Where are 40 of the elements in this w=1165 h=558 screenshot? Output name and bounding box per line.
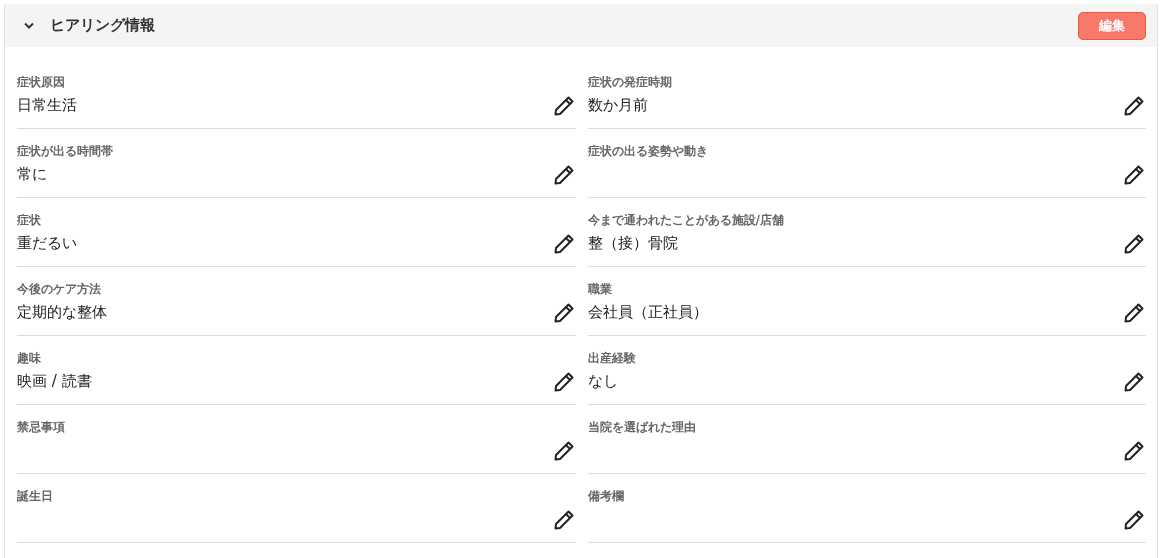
pencil-icon[interactable] [1123,440,1145,462]
pencil-icon[interactable] [1123,233,1145,255]
field-label: 備考欄 [587,488,624,505]
pencil-icon[interactable] [552,95,575,117]
field-value: なし [587,372,619,391]
pencil-icon[interactable] [1123,509,1145,531]
field-label: 趣味 [17,350,42,367]
field-label: 症状の出る姿勢や動き [587,143,708,160]
chevron-icon[interactable] [23,21,35,30]
field-value: 定期的な整体 [17,303,107,322]
field-label: 症状が出る時間帯 [17,143,113,160]
field-label: 出産経験 [587,350,636,367]
field-value: 会社員（正社員） [587,303,708,322]
pencil-icon[interactable] [1123,95,1145,117]
field-label: 職業 [587,281,613,298]
field-value: 重だるい [17,234,77,253]
pencil-icon[interactable] [1123,371,1145,393]
field-label: 禁忌事項 [17,419,65,436]
pencil-icon[interactable] [1123,164,1145,186]
section-title: ヒアリング情報 [50,16,156,35]
field-value: 日常生活 [17,96,77,115]
field-label: 症状原因 [17,74,66,91]
edit-button[interactable]: 編集 [1078,11,1146,40]
field-value: 常に [17,165,48,184]
field-label: 今まで通われたことがある施設/店舗 [587,212,784,229]
pencil-icon[interactable] [552,302,575,324]
field-label: 症状の発症時期 [587,74,672,91]
field-value: 数か月前 [587,96,649,115]
pencil-icon[interactable] [552,371,575,393]
pencil-icon[interactable] [552,233,575,255]
field-label: 今後のケア方法 [17,281,102,298]
field-label: 当院を選ばれた理由 [587,419,696,436]
field-value: 映画 / 読書 [17,372,92,391]
pencil-icon[interactable] [552,509,575,531]
pencil-icon[interactable] [552,440,575,462]
field-label: 症状 [17,212,42,229]
field-value: 整（接）骨院 [587,234,679,253]
pencil-icon[interactable] [1123,302,1145,324]
pencil-icon[interactable] [552,164,575,186]
field-label: 誕生日 [17,488,53,505]
